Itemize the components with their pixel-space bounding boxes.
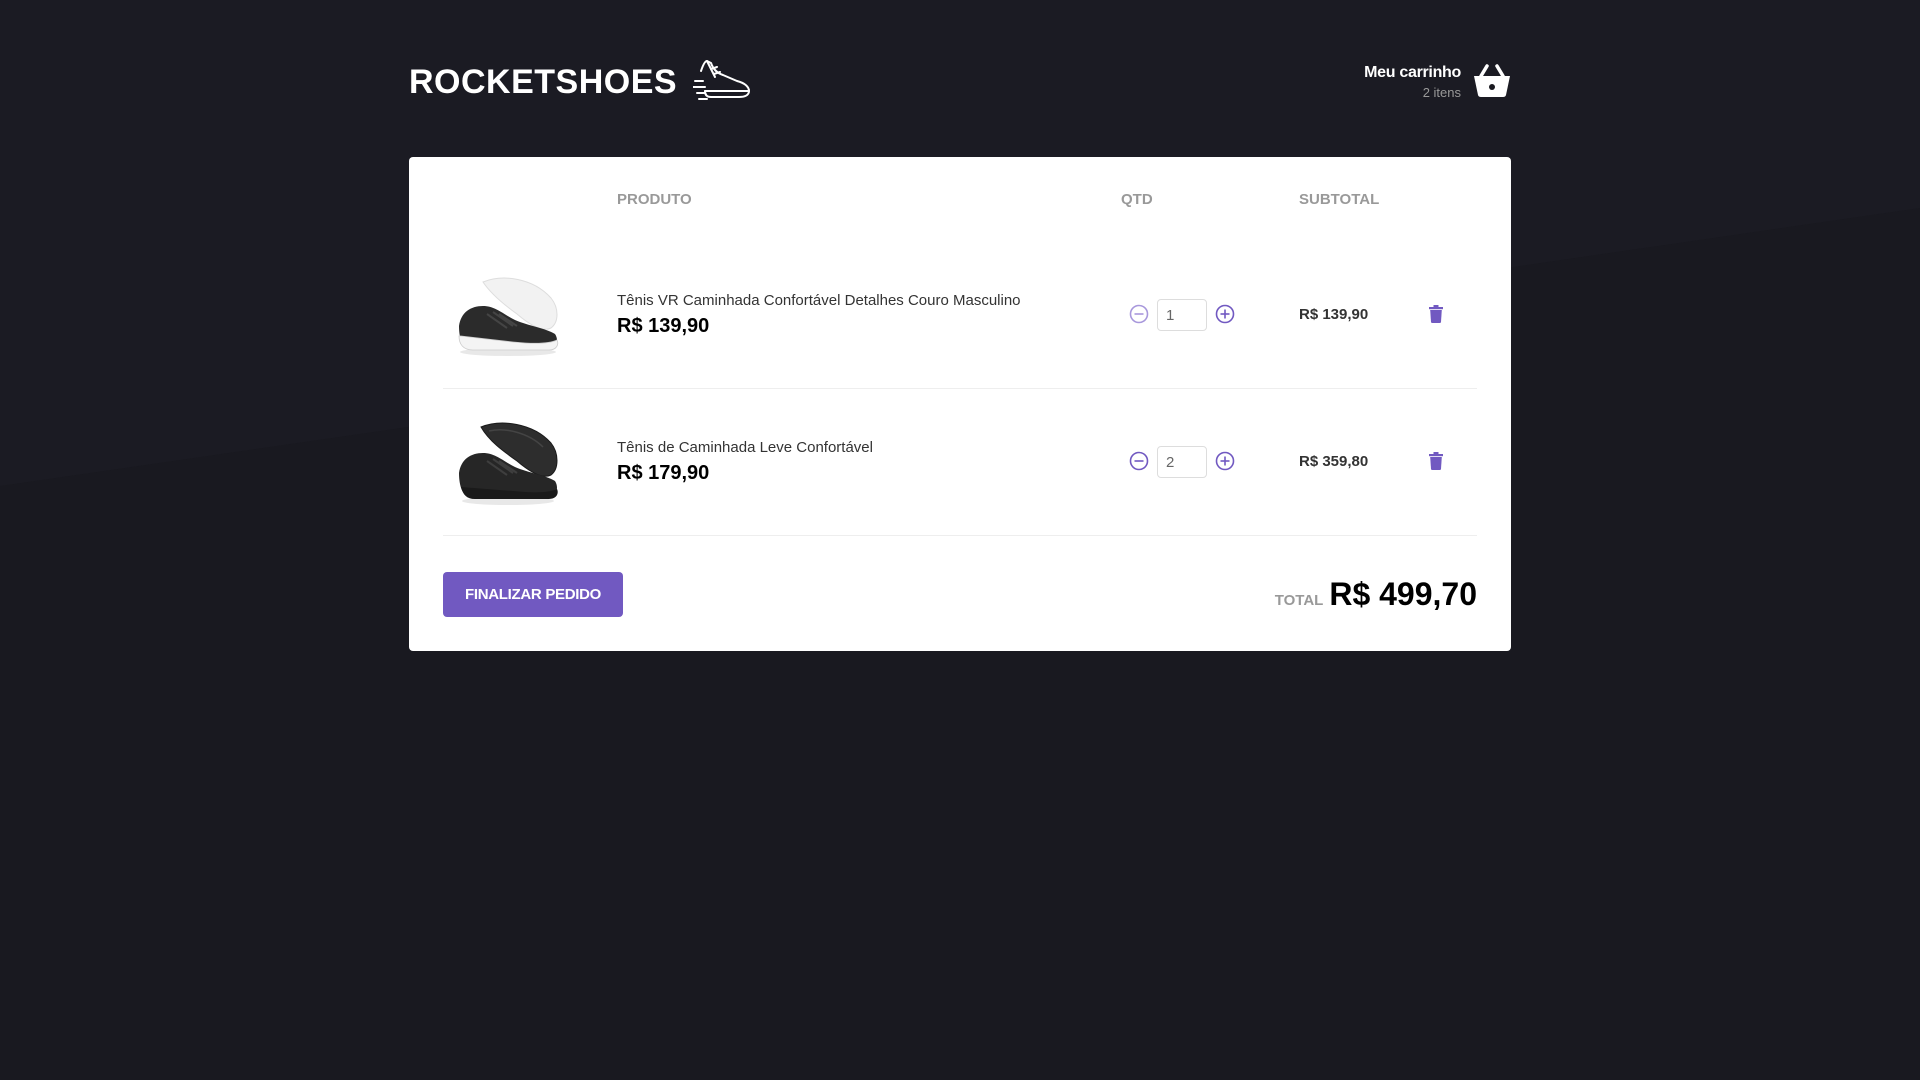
table-row: Tênis de Caminhada Leve Confortável R$ 1… [443,388,1477,536]
total-label: TOTAL [1274,592,1324,609]
increment-button[interactable] [1215,304,1235,327]
cart-link[interactable]: Meu carrinho 2 itens [1364,62,1511,103]
product-image [443,401,573,523]
table-row: Tênis VR Caminhada Confortável Detalhes … [443,242,1477,389]
cart-card: PRODUTO QTD SUBTOTAL Tênis VR Caminhada … [409,157,1511,651]
header-quantity: QTD [1121,191,1153,208]
product-price: R$ 179,90 [617,462,710,484]
plus-circle-icon [1215,451,1235,474]
item-subtotal: R$ 139,90 [1299,306,1369,323]
cart-summary: Meu carrinho 2 itens [1364,64,1461,100]
page-container: ROCKETSHOES Meu carrinho 2 itens PRODUTO… [409,0,1511,651]
plus-circle-icon [1215,304,1235,327]
header-product: PRODUTO [617,191,692,208]
product-price: R$ 139,90 [617,315,710,337]
decrement-button[interactable] [1129,451,1149,474]
basket-icon [1473,62,1511,103]
product-title: Tênis de Caminhada Leve Confortável [617,439,873,456]
header: ROCKETSHOES Meu carrinho 2 itens [409,52,1511,112]
minus-circle-icon [1129,304,1149,327]
header-subtotal: SUBTOTAL [1299,191,1380,208]
header-actions [1429,191,1477,242]
cart-item-count: 2 itens [1422,85,1461,100]
order-total: TOTAL R$ 499,70 [1275,576,1477,613]
cart-table: PRODUTO QTD SUBTOTAL Tênis VR Caminhada … [443,191,1477,536]
quantity-input[interactable] [1157,299,1207,331]
delete-button[interactable] [1429,451,1443,473]
cart-title: Meu carrinho [1364,64,1461,81]
minus-circle-icon [1129,451,1149,474]
increment-button[interactable] [1215,451,1235,474]
logo-link[interactable]: ROCKETSHOES [409,57,753,108]
total-value: R$ 499,70 [1329,576,1477,612]
brand-name: ROCKETSHOES [409,62,678,101]
quantity-input[interactable] [1157,446,1207,478]
header-image [443,191,617,242]
trash-icon [1429,451,1443,473]
finish-order-button[interactable]: Finalizar pedido [443,572,624,617]
quantity-stepper [1121,446,1299,478]
decrement-button[interactable] [1129,304,1149,327]
table-header-row: PRODUTO QTD SUBTOTAL [443,191,1477,242]
cart-footer: Finalizar pedido TOTAL R$ 499,70 [443,572,1477,617]
delete-button[interactable] [1429,304,1443,326]
item-subtotal: R$ 359,80 [1299,453,1369,470]
product-image [443,254,573,376]
sneaker-icon [692,57,753,108]
trash-icon [1429,304,1443,326]
quantity-stepper [1121,299,1299,331]
product-title: Tênis VR Caminhada Confortável Detalhes … [617,292,1021,309]
